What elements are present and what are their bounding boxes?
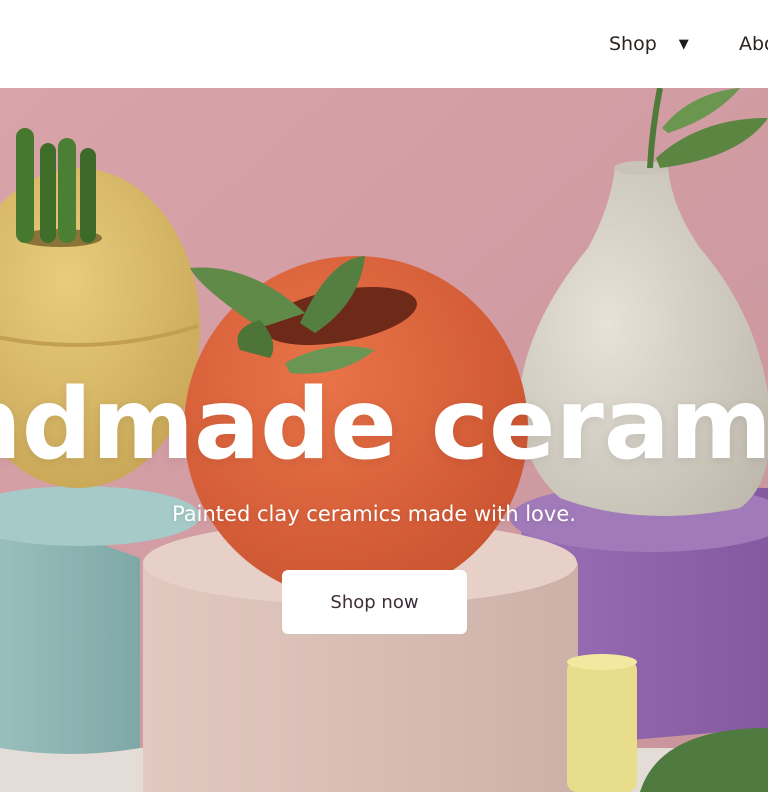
nav-about-label: Abo (739, 33, 768, 55)
hero-subtitle: Painted clay ceramics made with love. (172, 502, 576, 526)
nav-about[interactable]: Abo (739, 30, 768, 58)
shop-now-button[interactable]: Shop now (282, 570, 467, 634)
hero-banner: ndmade ceram Painted clay ceramics made … (0, 88, 768, 792)
hero-title: ndmade ceram (0, 368, 768, 482)
caret-down-icon[interactable]: ▼ (679, 37, 689, 52)
nav-shop[interactable]: Shop ▼ (609, 30, 689, 58)
site-header: Shop ▼ Abo (0, 0, 768, 88)
nav-shop-label: Shop (609, 33, 657, 55)
